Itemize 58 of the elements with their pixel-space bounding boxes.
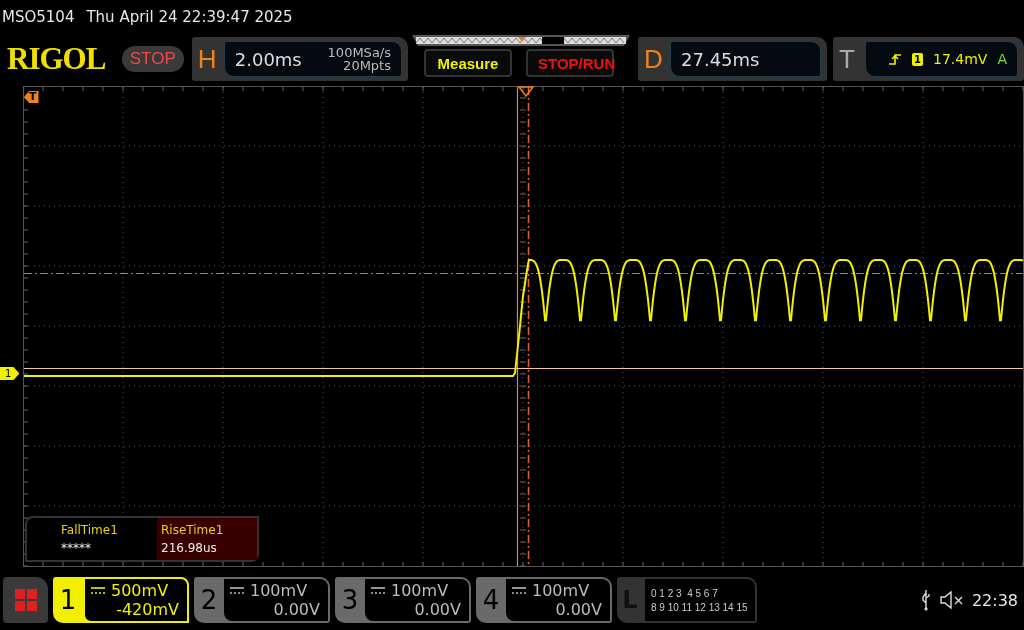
channel-offset: 0.00V [272,600,320,619]
usb-icon [919,589,932,611]
channel-panel[interactable]: 2 100mV 0.00V [194,577,330,623]
channel-offset: -420mV [115,600,179,619]
trigger-mode: A [997,51,1007,67]
dc-coupling-icon [91,586,105,595]
channel-number: 4 [481,584,501,617]
trigger-source: 1 [912,52,923,66]
measurement-value: 216.98us [161,541,218,555]
cursor-line[interactable] [23,367,1024,370]
cursor-line[interactable] [516,86,519,567]
trigger-level: 17.4mV [933,51,988,67]
channel-scale: 500mV [111,581,169,600]
measure-button[interactable]: Measure [424,49,512,77]
delay-panel[interactable]: D 27.45ms [638,37,827,81]
channel-scale: 100mV [391,581,449,600]
channel-number: 3 [340,584,360,617]
channel-number: 1 [58,584,78,617]
grid-icon [14,589,37,611]
channel-panel[interactable]: 1 500mV -420mV [53,577,189,623]
delay-value: 27.45ms [681,48,760,70]
brand-logo: RIGOL [7,41,107,77]
sample-rate: 100MSa/s [327,46,391,59]
run-state-indicator: STOP [121,46,184,72]
dc-coupling-icon [230,586,244,595]
rising-edge-icon [888,52,903,66]
dc-coupling-icon [512,586,526,595]
trigger-label: T [839,43,856,75]
dc-coupling-icon [371,586,385,595]
horizontal-label: H [197,43,218,75]
clock: 22:38 [971,590,1018,610]
channel-scale: 100mV [250,581,308,600]
menu-button[interactable] [3,577,48,623]
channel-offset: 0.00V [554,600,602,619]
channel-number: 2 [199,584,219,617]
measurement-value: ***** [61,541,92,555]
measurement-name: FallTime1 [61,523,119,537]
measurement-item[interactable]: RiseTime1 216.98us [157,518,257,560]
trigger-position-marker: T [24,91,39,103]
date-time: Thu April 24 22:39:47 2025 [86,8,293,26]
digital-channel-numbers: 8 9 10 11 12 13 14 15 [651,601,749,613]
trigger-point-marker [517,86,535,98]
channel-panel[interactable]: 3 100mV 0.00V [335,577,471,623]
delay-label: D [644,43,664,75]
channel-marker[interactable]: 1 [0,367,20,380]
channel-panel[interactable]: 4 100mV 0.00V [476,577,612,623]
channel-scale: 100mV [532,581,590,600]
model-name: MSO5104 [2,8,75,26]
measurement-item[interactable]: FallTime1 ***** [57,518,157,560]
horizontal-panel[interactable]: H 2.00ms 100MSa/s 20Mpts [191,37,408,81]
speaker-muted-icon[interactable] [939,591,964,609]
digital-channel-numbers: 0 1 2 3 4 5 6 7 [651,587,719,599]
memory-depth: 20Mpts [343,59,391,72]
trigger-panel[interactable]: T 1 17.4mV A [833,37,1024,81]
measurement-name: RiseTime1 [161,523,225,537]
channel-offset: 0.00V [413,600,461,619]
stop-run-button[interactable]: STOP/RUN [526,49,614,77]
timebase-value: 2.00ms [234,48,302,70]
